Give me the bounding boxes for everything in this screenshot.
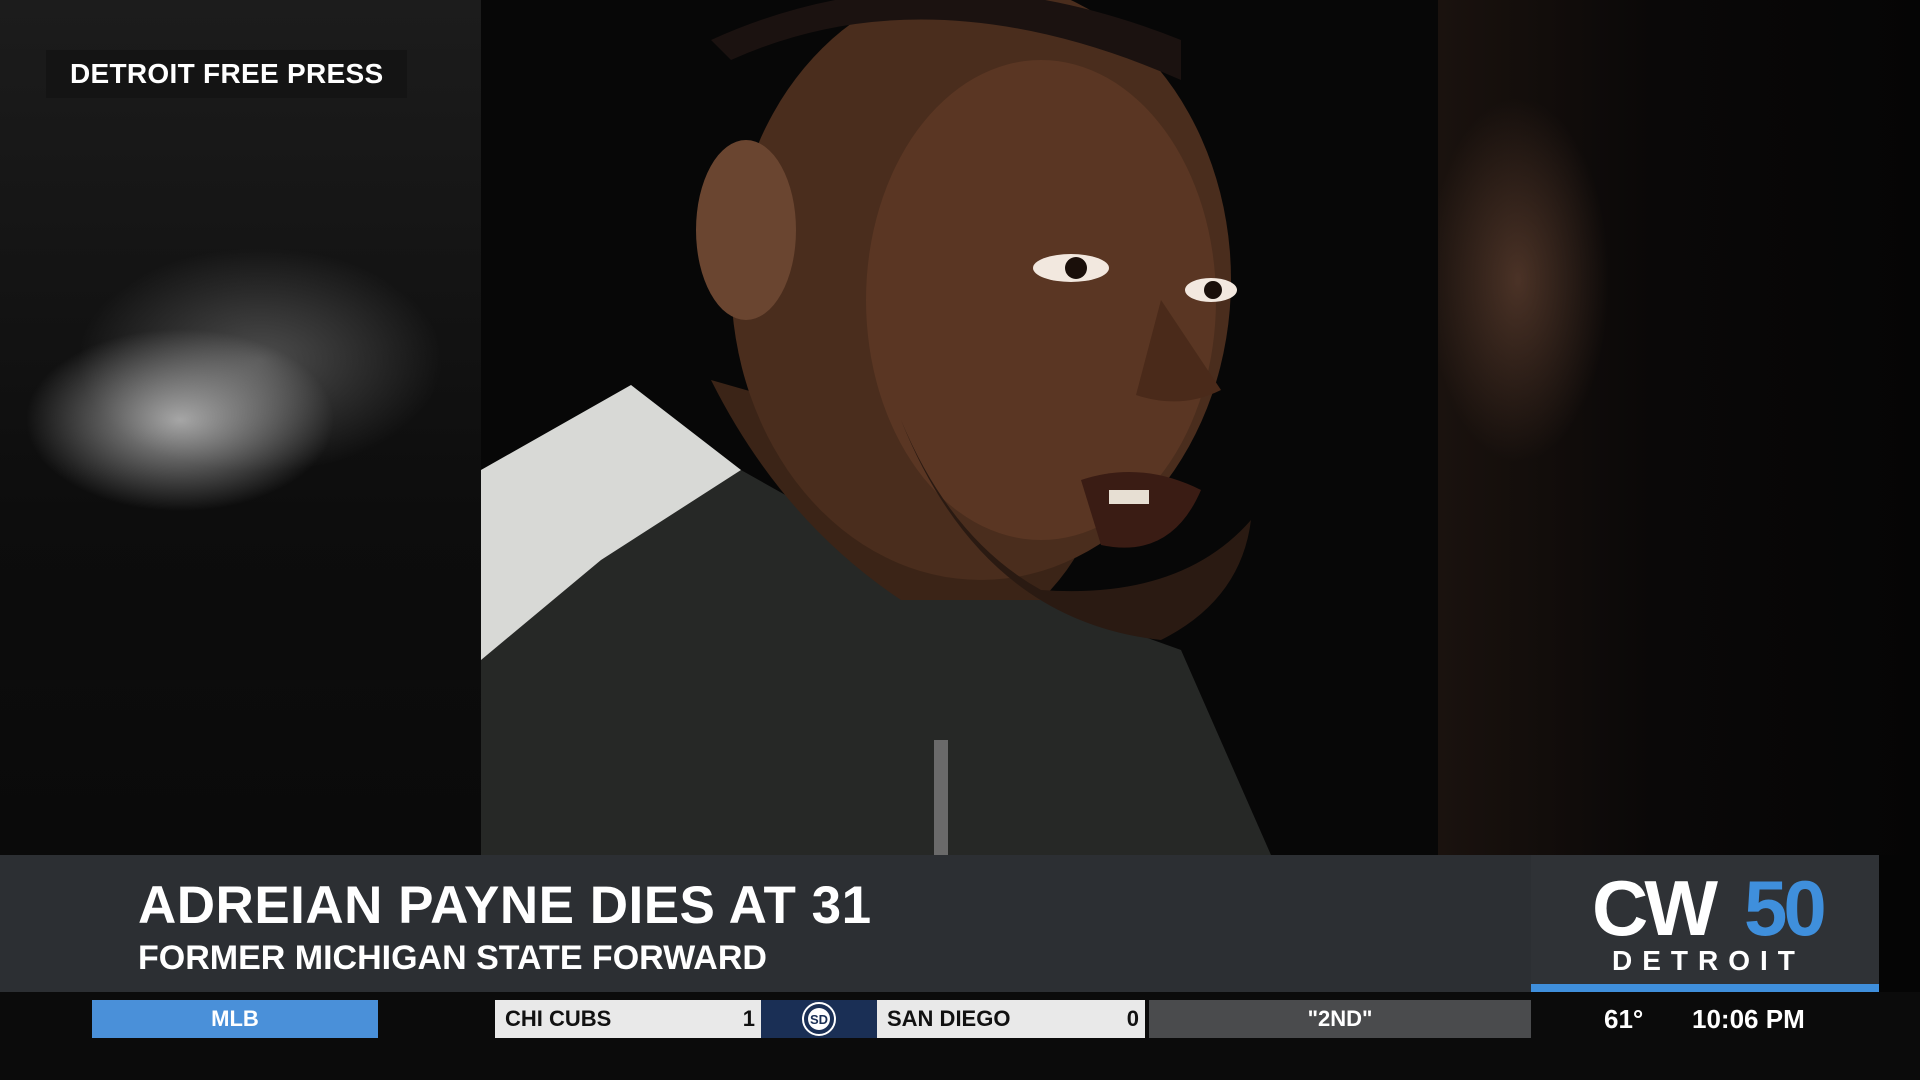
home-team-box: SAN DIEGO 0 [877,1000,1145,1038]
home-team-name: SAN DIEGO [887,1006,1011,1031]
player-photo [481,0,1438,855]
station-logo-city: DETROIT [1612,945,1805,976]
padres-sd-logo-icon: SD [761,1000,877,1038]
league-tag: MLB [92,1000,378,1038]
away-team-name: CHI CUBS [505,1006,612,1031]
video-frame: DETROIT FREE PRESS [0,0,1920,855]
station-logo-cw: CW [1592,864,1718,952]
temperature: 61° [1604,1004,1644,1034]
subheadline: FORMER MICHIGAN STATE FORWARD [138,939,767,977]
home-team-score: 0 [1126,1006,1139,1031]
away-team-score: 1 [742,1006,755,1031]
svg-text:SD: SD [810,1012,828,1027]
source-credit-label: DETROIT FREE PRESS [46,50,408,98]
clock-time: 10:06 PM [1692,1004,1805,1034]
away-team-box: CHI CUBS 1 [495,1000,761,1038]
blurred-background-right [1438,0,1920,855]
headline: ADREIAN PAYNE DIES AT 31 [138,876,872,935]
station-logo-accent-stripe [1531,984,1879,992]
game-status: "2ND" [1149,1000,1531,1038]
station-logo-number: 50 [1744,864,1827,952]
blurred-background-left [0,0,481,855]
